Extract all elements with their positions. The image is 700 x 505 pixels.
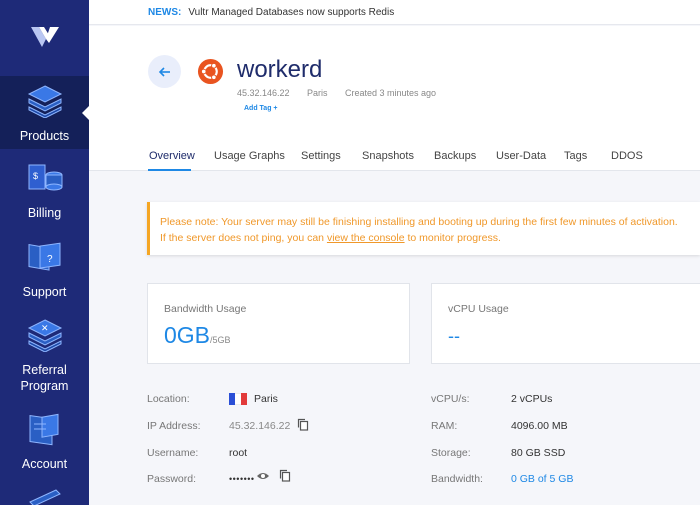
tab-usage-graphs[interactable]: Usage Graphs: [214, 150, 285, 162]
card-label: vCPU Usage: [448, 303, 509, 315]
arrow-left-icon: [158, 66, 170, 77]
tab-user-data[interactable]: User-Data: [496, 150, 546, 162]
sidebar-item-label: Billing: [27, 206, 62, 220]
active-indicator: [82, 106, 89, 120]
vcpu-usage-value: --: [448, 326, 460, 346]
sidebar-item-label: Products: [19, 129, 70, 143]
location-value: Paris: [254, 393, 278, 405]
ram-label: RAM:: [431, 420, 458, 432]
location-label: Location:: [147, 393, 190, 405]
billing-icon: $: [26, 163, 64, 199]
notice-line-2: If the server does not ping, you can vie…: [160, 230, 700, 246]
server-created: Created 3 minutes ago: [345, 88, 437, 98]
tab-tags[interactable]: Tags: [564, 150, 587, 162]
sidebar: Products $ Billing ? Support ✕ Referral …: [0, 0, 89, 505]
ubuntu-icon: [197, 58, 224, 85]
tab-snapshots[interactable]: Snapshots: [362, 150, 414, 162]
add-tag-button[interactable]: Add Tag +: [244, 105, 278, 112]
tab-ddos[interactable]: DDOS: [611, 150, 643, 162]
username-value[interactable]: root: [229, 447, 247, 459]
notice-line-1: Please note: Your server may still be fi…: [160, 216, 678, 228]
svg-text:✕: ✕: [41, 323, 49, 333]
account-icon: [26, 412, 64, 450]
ip-address-label: IP Address:: [147, 420, 201, 432]
products-icon: [27, 84, 63, 122]
server-ip: 45.32.146.22: [237, 88, 290, 98]
sidebar-item-products[interactable]: Products: [0, 76, 89, 149]
active-tab-indicator: [148, 169, 191, 171]
notice-text: to monitor progress.: [404, 232, 501, 244]
bandwidth-usage-value: 0GB/5GB: [164, 322, 231, 349]
news-text[interactable]: Vultr Managed Databases now supports Red…: [188, 7, 394, 18]
support-icon: ?: [26, 240, 64, 278]
svg-text:?: ?: [47, 254, 53, 265]
news-tag: NEWS:: [148, 6, 182, 18]
tab-backups[interactable]: Backups: [434, 150, 476, 162]
copy-icon[interactable]: [297, 418, 309, 431]
back-button[interactable]: [148, 55, 181, 88]
activation-notice: Please note: Your server may still be fi…: [147, 202, 700, 255]
bandwidth-used: 0GB: [164, 322, 211, 348]
ram-value: 4096.00 MB: [511, 420, 568, 432]
bandwidth-limit: /5GB: [210, 335, 231, 345]
more-icon: [29, 489, 61, 505]
vcpus-label: vCPU/s:: [431, 393, 470, 405]
referral-icon: ✕: [26, 318, 64, 356]
card-label: Bandwidth Usage: [164, 303, 247, 315]
sidebar-item-referral[interactable]: ✕ Referral Program: [0, 318, 89, 394]
vultr-logo-icon: [30, 27, 59, 47]
storage-value: 80 GB SSD: [511, 447, 566, 459]
sidebar-item-more[interactable]: [26, 488, 64, 505]
bandwidth-label: Bandwidth:: [431, 473, 483, 485]
vcpus-value: 2 vCPUs: [511, 393, 553, 405]
password-label: Password:: [147, 473, 197, 485]
sidebar-item-billing[interactable]: $ Billing: [0, 163, 89, 221]
news-bar[interactable]: NEWS: Vultr Managed Databases now suppor…: [89, 0, 700, 25]
storage-label: Storage:: [431, 447, 471, 459]
tab-overview[interactable]: Overview: [149, 150, 195, 162]
vultr-logo[interactable]: [0, 0, 89, 76]
france-flag-icon: [229, 393, 247, 405]
view-console-link[interactable]: view the console: [327, 232, 405, 244]
server-header: workerd 45.32.146.22 Paris Created 3 min…: [89, 26, 700, 171]
password-value[interactable]: •••••••: [229, 474, 255, 484]
tab-settings[interactable]: Settings: [301, 150, 341, 162]
svg-text:$: $: [33, 171, 38, 181]
username-label: Username:: [147, 447, 199, 459]
notice-text: If the server does not ping, you can: [160, 232, 327, 244]
eye-icon[interactable]: [256, 471, 270, 481]
server-name: workerd: [237, 56, 323, 83]
sidebar-item-support[interactable]: ? Support: [0, 240, 89, 300]
vcpu-usage-card: vCPU Usage --: [431, 283, 700, 364]
ip-address-value[interactable]: 45.32.146.22: [229, 420, 290, 432]
sidebar-item-label: Account: [21, 457, 68, 471]
sidebar-item-account[interactable]: Account: [0, 412, 89, 472]
bandwidth-value-link[interactable]: 0 GB of 5 GB: [511, 473, 573, 485]
server-location: Paris: [307, 88, 328, 98]
copy-icon[interactable]: [279, 469, 291, 482]
bandwidth-usage-card: Bandwidth Usage 0GB/5GB: [147, 283, 410, 364]
sidebar-item-label: Referral Program: [20, 363, 69, 393]
sidebar-item-label: Support: [22, 285, 67, 299]
